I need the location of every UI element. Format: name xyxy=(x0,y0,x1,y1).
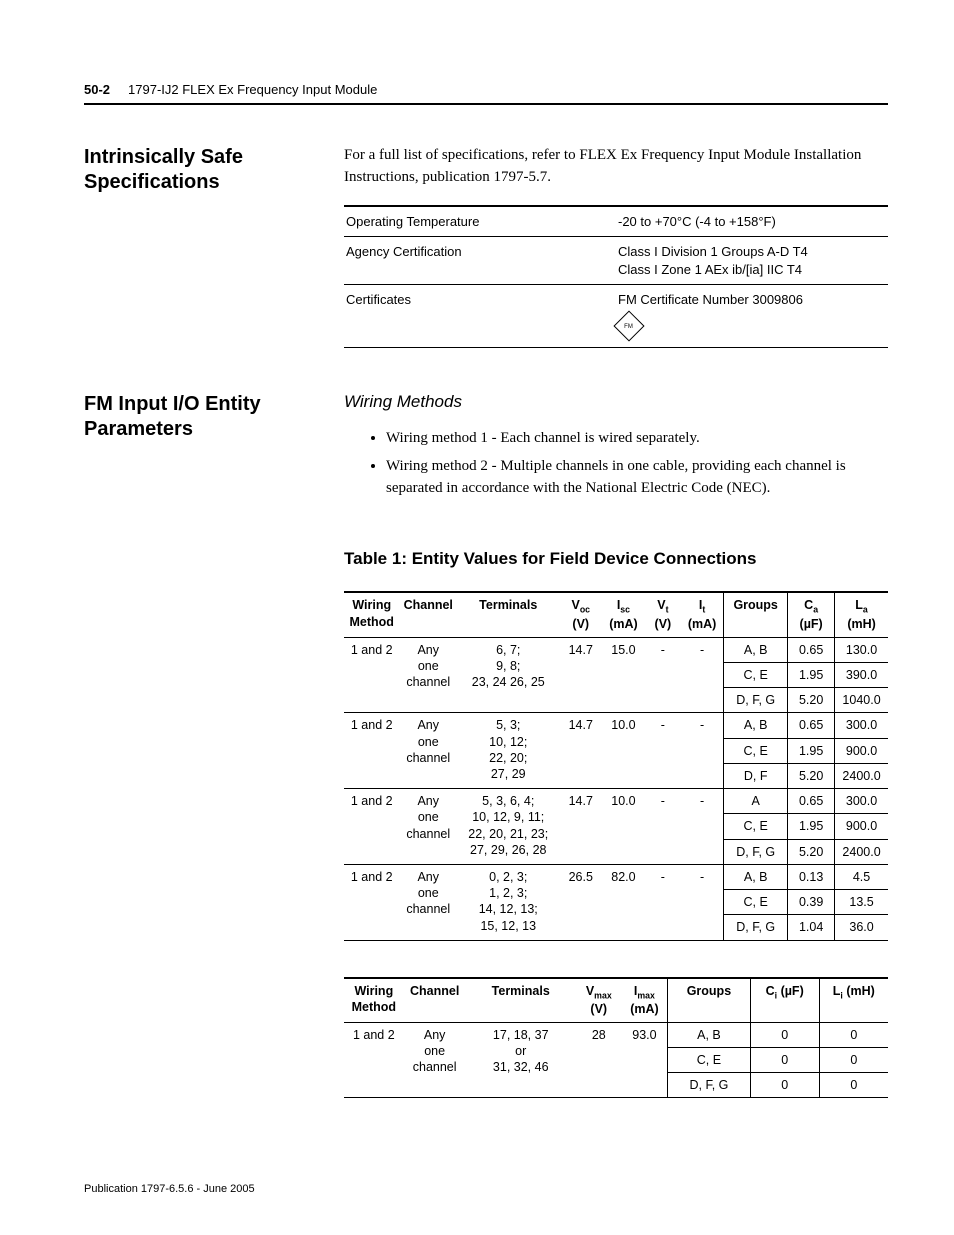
table-row: 1 and 2Anyone channel17, 18, 37or31, 32,… xyxy=(344,1022,888,1047)
spec-key: Certificates xyxy=(344,285,616,348)
doc-title: 1797-IJ2 FLEX Ex Frequency Input Module xyxy=(128,82,377,97)
section-body: For a full list of specifications, refer… xyxy=(344,145,888,348)
col-h: Ca(µF) xyxy=(788,592,835,637)
col-h: Groups xyxy=(668,978,751,1023)
col-h: Imax(mA) xyxy=(622,978,668,1023)
list-item: Wiring method 1 - Each channel is wired … xyxy=(386,428,888,450)
header-rule xyxy=(84,103,888,105)
col-h: Terminals xyxy=(466,978,576,1023)
col-h: It(mA) xyxy=(681,592,724,637)
page-header: 50-2 1797-IJ2 FLEX Ex Frequency Input Mo… xyxy=(84,82,888,97)
col-h: WiringMethod xyxy=(344,592,399,637)
entity-table-input: WiringMethod Channel Terminals Vmax(V) I… xyxy=(344,977,888,1099)
col-h: Terminals xyxy=(457,592,559,637)
section-body: Wiring Methods Wiring method 1 - Each ch… xyxy=(344,392,888,505)
page-number: 50-2 xyxy=(84,82,110,97)
col-h: La(mH) xyxy=(835,592,888,637)
col-h: WiringMethod xyxy=(344,978,404,1023)
list-item: Wiring method 2 - Multiple channels in o… xyxy=(386,456,888,500)
table-row: Operating Temperature -20 to +70°C (-4 t… xyxy=(344,206,888,237)
table-row: 1 and 2Anyone channel5, 3, 6, 4;10, 12, … xyxy=(344,789,888,814)
lead-paragraph: For a full list of specifications, refer… xyxy=(344,145,888,189)
table1-wrap: Table 1: Entity Values for Field Device … xyxy=(344,549,888,1098)
spec-key: Agency Certification xyxy=(344,237,616,285)
publication-footer: Publication 1797-6.5.6 - June 2005 xyxy=(84,1183,255,1195)
section-fm-entity: FM Input I/O Entity Parameters Wiring Me… xyxy=(84,392,888,505)
section-title: Intrinsically Safe Specifications xyxy=(84,145,314,348)
spec-val: -20 to +70°C (-4 to +158°F) xyxy=(616,206,888,237)
spec-key: Operating Temperature xyxy=(344,206,616,237)
table-row: Agency Certification Class I Division 1 … xyxy=(344,237,888,285)
col-h: Channel xyxy=(404,978,466,1023)
table1-title: Table 1: Entity Values for Field Device … xyxy=(344,549,888,569)
spec-val: Class I Division 1 Groups A-D T4 Class I… xyxy=(616,237,888,285)
col-h: Vt(V) xyxy=(645,592,681,637)
table-row: 1 and 2Anyone channel5, 3;10, 12;22, 20;… xyxy=(344,713,888,738)
table-row: Certificates FM Certificate Number 30098… xyxy=(344,285,888,348)
table-row: 1 and 2Anyone channel6, 7;9, 8;23, 24 26… xyxy=(344,637,888,662)
col-h: Groups xyxy=(724,592,788,637)
col-h: Voc(V) xyxy=(559,592,602,637)
bullet-list: Wiring method 1 - Each channel is wired … xyxy=(344,428,888,499)
col-h: Isc(mA) xyxy=(602,592,645,637)
col-h: Ci (µF) xyxy=(750,978,819,1023)
fm-icon: FM xyxy=(613,310,644,341)
wiring-methods-heading: Wiring Methods xyxy=(344,392,888,412)
col-h: Vmax(V) xyxy=(576,978,622,1023)
spec-val: FM Certificate Number 3009806 FM xyxy=(616,285,888,348)
col-h: Li (mH) xyxy=(819,978,888,1023)
section-intrinsically-safe: Intrinsically Safe Specifications For a … xyxy=(84,145,888,348)
spec-table: Operating Temperature -20 to +70°C (-4 t… xyxy=(344,205,888,349)
col-h: Channel xyxy=(399,592,457,637)
section-title: FM Input I/O Entity Parameters xyxy=(84,392,314,505)
table-row: 1 and 2Anyone channel0, 2, 3;1, 2, 3;14,… xyxy=(344,864,888,889)
entity-table-output: WiringMethod Channel Terminals Voc(V) Is… xyxy=(344,591,888,940)
